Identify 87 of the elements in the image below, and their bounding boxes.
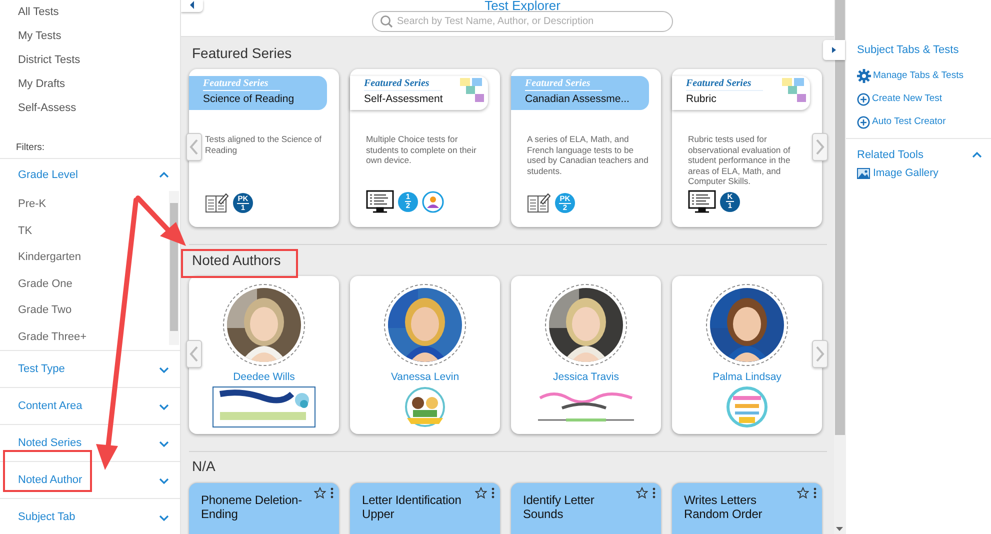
- series-title: Rubric: [686, 93, 716, 105]
- star-icon[interactable]: [636, 487, 648, 499]
- search-field[interactable]: Search by Test Name, Author, or Description: [372, 11, 673, 32]
- series-title: Canadian Assessme...: [525, 93, 630, 105]
- test-card[interactable]: Phoneme Deletion-Ending: [189, 483, 339, 534]
- author-name[interactable]: Palma Lindsay: [712, 371, 782, 384]
- nav-item[interactable]: My Drafts: [18, 72, 66, 96]
- chevron-left-icon: [189, 139, 199, 155]
- panel-link[interactable]: Image Gallery: [846, 161, 938, 179]
- expand-button[interactable]: [823, 40, 845, 60]
- series-label: Featured Series: [364, 78, 442, 91]
- author-name[interactable]: Jessica Travis: [553, 371, 619, 384]
- filter-option[interactable]: Kindergarten: [0, 244, 81, 270]
- series-title: Self-Assessment: [364, 93, 443, 105]
- filter-option[interactable]: Pre-K: [0, 191, 46, 218]
- nav-item[interactable]: District Tests: [18, 48, 80, 72]
- more-icon[interactable]: [813, 487, 817, 499]
- plus-icon: [857, 92, 870, 106]
- author-card[interactable]: Palma Lindsay: [672, 276, 822, 434]
- search-icon: [380, 15, 393, 28]
- collapse-button[interactable]: [181, 0, 203, 12]
- scroll-down-icon[interactable]: [836, 527, 843, 531]
- author-card[interactable]: Vanessa Levin: [350, 276, 500, 434]
- section-heading: Noted Authors: [192, 251, 281, 269]
- series-description: Rubric tests used for observational evaluation of student performance in the areas of ELA, Math, and Computer Skills.: [688, 134, 792, 188]
- related-tools-header[interactable]: Related Tools: [846, 139, 991, 161]
- author-name[interactable]: Vanessa Levin: [390, 371, 460, 384]
- page-title: Test Explorer: [484, 0, 560, 11]
- test-card[interactable]: Letter Identification Upper: [350, 483, 500, 534]
- color-squares-icon: [782, 78, 806, 102]
- author-card[interactable]: Jessica Travis: [511, 276, 661, 434]
- chevron-up-icon[interactable]: [158, 170, 170, 180]
- panel-link[interactable]: Auto Test Creator: [857, 114, 946, 130]
- color-squares-icon: [460, 78, 484, 102]
- star-icon[interactable]: [314, 487, 326, 499]
- test-card[interactable]: Identify Letter Sounds: [511, 483, 661, 534]
- chevron-right-icon: [815, 139, 825, 155]
- section-heading: Featured Series: [192, 44, 292, 62]
- filters-label: Filters:: [0, 120, 180, 159]
- gear-icon: [857, 69, 871, 83]
- panel-link[interactable]: Manage Tabs & Tests: [857, 68, 964, 84]
- plus-icon: [857, 116, 870, 128]
- person-icon: [422, 190, 444, 212]
- chevron-left-icon: [189, 346, 199, 362]
- filter-option[interactable]: Grade Three+: [0, 324, 87, 350]
- nav-item[interactable]: Self-Assess: [18, 96, 76, 120]
- series-description: Tests aligned to the Science of Reading: [205, 134, 323, 157]
- filter-group-header[interactable]: Test Type: [0, 351, 180, 388]
- series-description: Multiple Choice tests for students to complete on their own device.: [366, 134, 478, 168]
- series-label: Featured Series: [525, 78, 602, 91]
- caret-left-icon: [189, 0, 195, 10]
- filter-option[interactable]: Grade Two: [0, 297, 72, 324]
- section-heading: N/A: [192, 457, 216, 475]
- nav-item[interactable]: My Tests: [18, 24, 62, 48]
- filter-option[interactable]: Grade One: [0, 270, 72, 297]
- chevron-right-icon: [815, 346, 825, 362]
- scrollbar[interactable]: [169, 191, 179, 345]
- author-name[interactable]: Deedee Wills: [233, 371, 295, 384]
- panel-title: Subject Tabs & Tests: [856, 43, 959, 57]
- test-card[interactable]: Writes Letters Random Order: [672, 483, 822, 534]
- filter-group-header[interactable]: Grade Level: [0, 159, 180, 191]
- test-title: Identify Letter Sounds: [523, 493, 596, 521]
- star-icon[interactable]: [797, 487, 809, 499]
- caret-right-icon: [831, 46, 837, 54]
- chevron-up-icon[interactable]: [971, 150, 983, 160]
- series-title: Science of Reading: [203, 93, 294, 105]
- book-pencil-icon: [205, 193, 229, 213]
- monitor-icon: [688, 190, 716, 213]
- author-card[interactable]: Deedee Wills: [189, 276, 339, 434]
- filter-group-header[interactable]: Content Area: [0, 388, 180, 425]
- panel-link[interactable]: Create New Test: [857, 91, 942, 107]
- series-description: A series of ELA, Math, and French language tests to be used by Canadian teachers and students.: [527, 134, 650, 178]
- filter-option[interactable]: TK: [0, 218, 32, 244]
- more-icon[interactable]: [491, 487, 495, 499]
- test-title: Phoneme Deletion-Ending: [201, 493, 304, 521]
- book-pencil-icon: [527, 193, 551, 213]
- series-label: Featured Series: [686, 78, 764, 91]
- monitor-icon: [366, 190, 394, 213]
- test-title: Writes Letters Random Order: [684, 493, 764, 521]
- test-title: Letter Identification Upper: [362, 493, 462, 521]
- star-icon[interactable]: [475, 487, 487, 499]
- filter-group-header[interactable]: Subject Tab: [0, 499, 180, 534]
- more-icon[interactable]: [330, 487, 334, 499]
- series-label: Featured Series: [203, 78, 280, 91]
- more-icon[interactable]: [652, 487, 656, 499]
- image-icon: [857, 168, 870, 178]
- nav-item[interactable]: All Tests: [18, 0, 59, 24]
